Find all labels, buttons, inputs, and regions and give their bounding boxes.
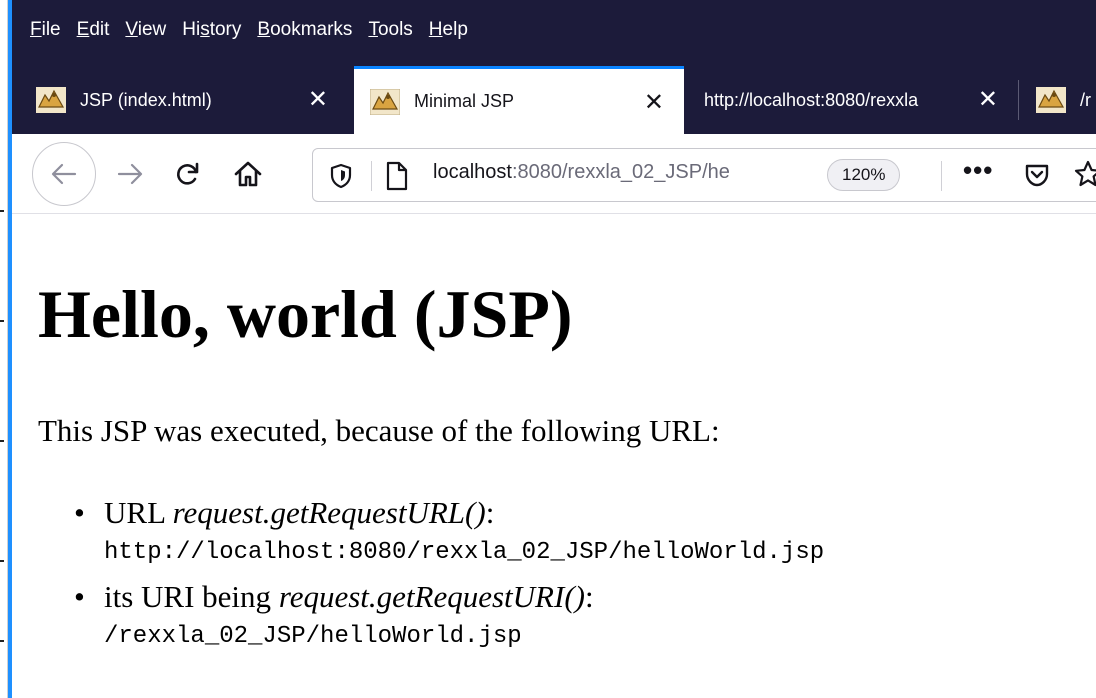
tab-close-icon[interactable]: ✕ <box>308 88 328 112</box>
url-path: :8080/rexxla_02_JSP/he <box>511 161 730 183</box>
tab-jsp-index[interactable]: JSP (index.html) ✕ <box>20 66 348 134</box>
bullet: • <box>74 495 85 530</box>
url-separator <box>941 161 942 191</box>
tab-strip: JSP (index.html) ✕ Minimal JSP ✕ http://… <box>12 66 1096 134</box>
edge-tick <box>0 560 4 562</box>
bullet: • <box>74 579 85 614</box>
menu-edit[interactable]: Edit <box>77 19 110 41</box>
menu-file[interactable]: File <box>30 19 61 41</box>
url-host: localhost <box>433 161 512 183</box>
zoom-level-badge[interactable]: 120% <box>827 159 901 191</box>
url-separator <box>371 161 372 191</box>
item-label: its URI being <box>104 579 279 614</box>
request-uri-value: /rexxla_02_JSP/helloWorld.jsp <box>104 623 522 650</box>
edge-tick <box>0 440 4 442</box>
window-left-edge <box>0 0 12 698</box>
menu-view[interactable]: View <box>125 19 166 41</box>
address-bar[interactable]: localhost:8080/rexxla_02_JSP/he 120% ••• <box>312 148 1096 202</box>
back-button[interactable] <box>32 142 96 206</box>
list-item-request-url: • URL request.getRequestURL(): http://lo… <box>74 495 825 579</box>
home-button[interactable] <box>226 152 270 196</box>
intro-paragraph: This JSP was executed, because of the fo… <box>38 413 720 448</box>
tomcat-favicon-icon <box>36 87 66 113</box>
item-method: request.getRequestURI() <box>278 579 585 614</box>
browser-chrome: File Edit View History Bookmarks Tools H… <box>12 0 1096 134</box>
item-label: URL <box>104 495 173 530</box>
list-item-request-uri: • its URI being request.getRequestURI():… <box>74 579 824 657</box>
tomcat-favicon-icon <box>369 88 401 115</box>
page-info-icon[interactable] <box>385 161 409 196</box>
tab-separator <box>1018 80 1019 120</box>
tab-close-icon[interactable]: ✕ <box>978 88 998 112</box>
page-content: Hello, world (JSP) This JSP was executed… <box>12 215 1096 698</box>
navigation-toolbar: localhost:8080/rexxla_02_JSP/he 120% ••• <box>12 134 1096 214</box>
reload-icon <box>177 162 199 185</box>
bookmark-star-icon[interactable] <box>1073 159 1096 194</box>
menu-history[interactable]: History <box>182 19 241 41</box>
tomcat-favicon-icon <box>1036 87 1066 113</box>
page-heading: Hello, world (JSP) <box>38 276 573 352</box>
request-url-value: http://localhost:8080/rexxla_02_JSP/hell… <box>104 539 825 566</box>
arrow-right-icon <box>117 163 143 185</box>
pocket-icon[interactable] <box>1023 161 1051 194</box>
home-icon <box>234 161 262 187</box>
url-text[interactable]: localhost:8080/rexxla_02_JSP/he <box>433 161 813 184</box>
menu-tools[interactable]: Tools <box>368 19 412 41</box>
arrow-left-icon <box>51 163 77 185</box>
edge-tick <box>0 320 4 322</box>
tab-title: Minimal JSP <box>414 91 515 111</box>
menu-bookmarks[interactable]: Bookmarks <box>257 19 352 41</box>
item-suffix: : <box>584 579 594 614</box>
edge-tick <box>0 210 4 212</box>
reload-button[interactable] <box>166 152 210 196</box>
forward-button[interactable] <box>108 152 152 196</box>
tab-title: http://localhost:8080/rexxla <box>704 89 919 110</box>
tracking-protection-shield-icon[interactable] <box>329 163 353 194</box>
url-info-list: • URL request.getRequestURL(): http://lo… <box>74 495 825 657</box>
edge-tick <box>0 640 4 642</box>
menu-help[interactable]: Help <box>429 19 468 41</box>
tab-title: /r <box>1080 89 1091 110</box>
item-method: request.getRequestURL() <box>172 495 486 530</box>
tab-clipped[interactable]: /r <box>1020 66 1096 134</box>
browser-window: File Edit View History Bookmarks Tools H… <box>12 0 1096 698</box>
page-actions-menu-icon[interactable]: ••• <box>963 155 993 186</box>
menubar: File Edit View History Bookmarks Tools H… <box>12 0 468 60</box>
tab-minimal-jsp[interactable]: Minimal JSP ✕ <box>354 66 684 134</box>
tab-close-icon[interactable]: ✕ <box>644 91 664 115</box>
tab-localhost-url[interactable]: http://localhost:8080/rexxla ✕ <box>690 66 1018 134</box>
item-suffix: : <box>485 495 495 530</box>
tab-title: JSP (index.html) <box>80 89 212 110</box>
